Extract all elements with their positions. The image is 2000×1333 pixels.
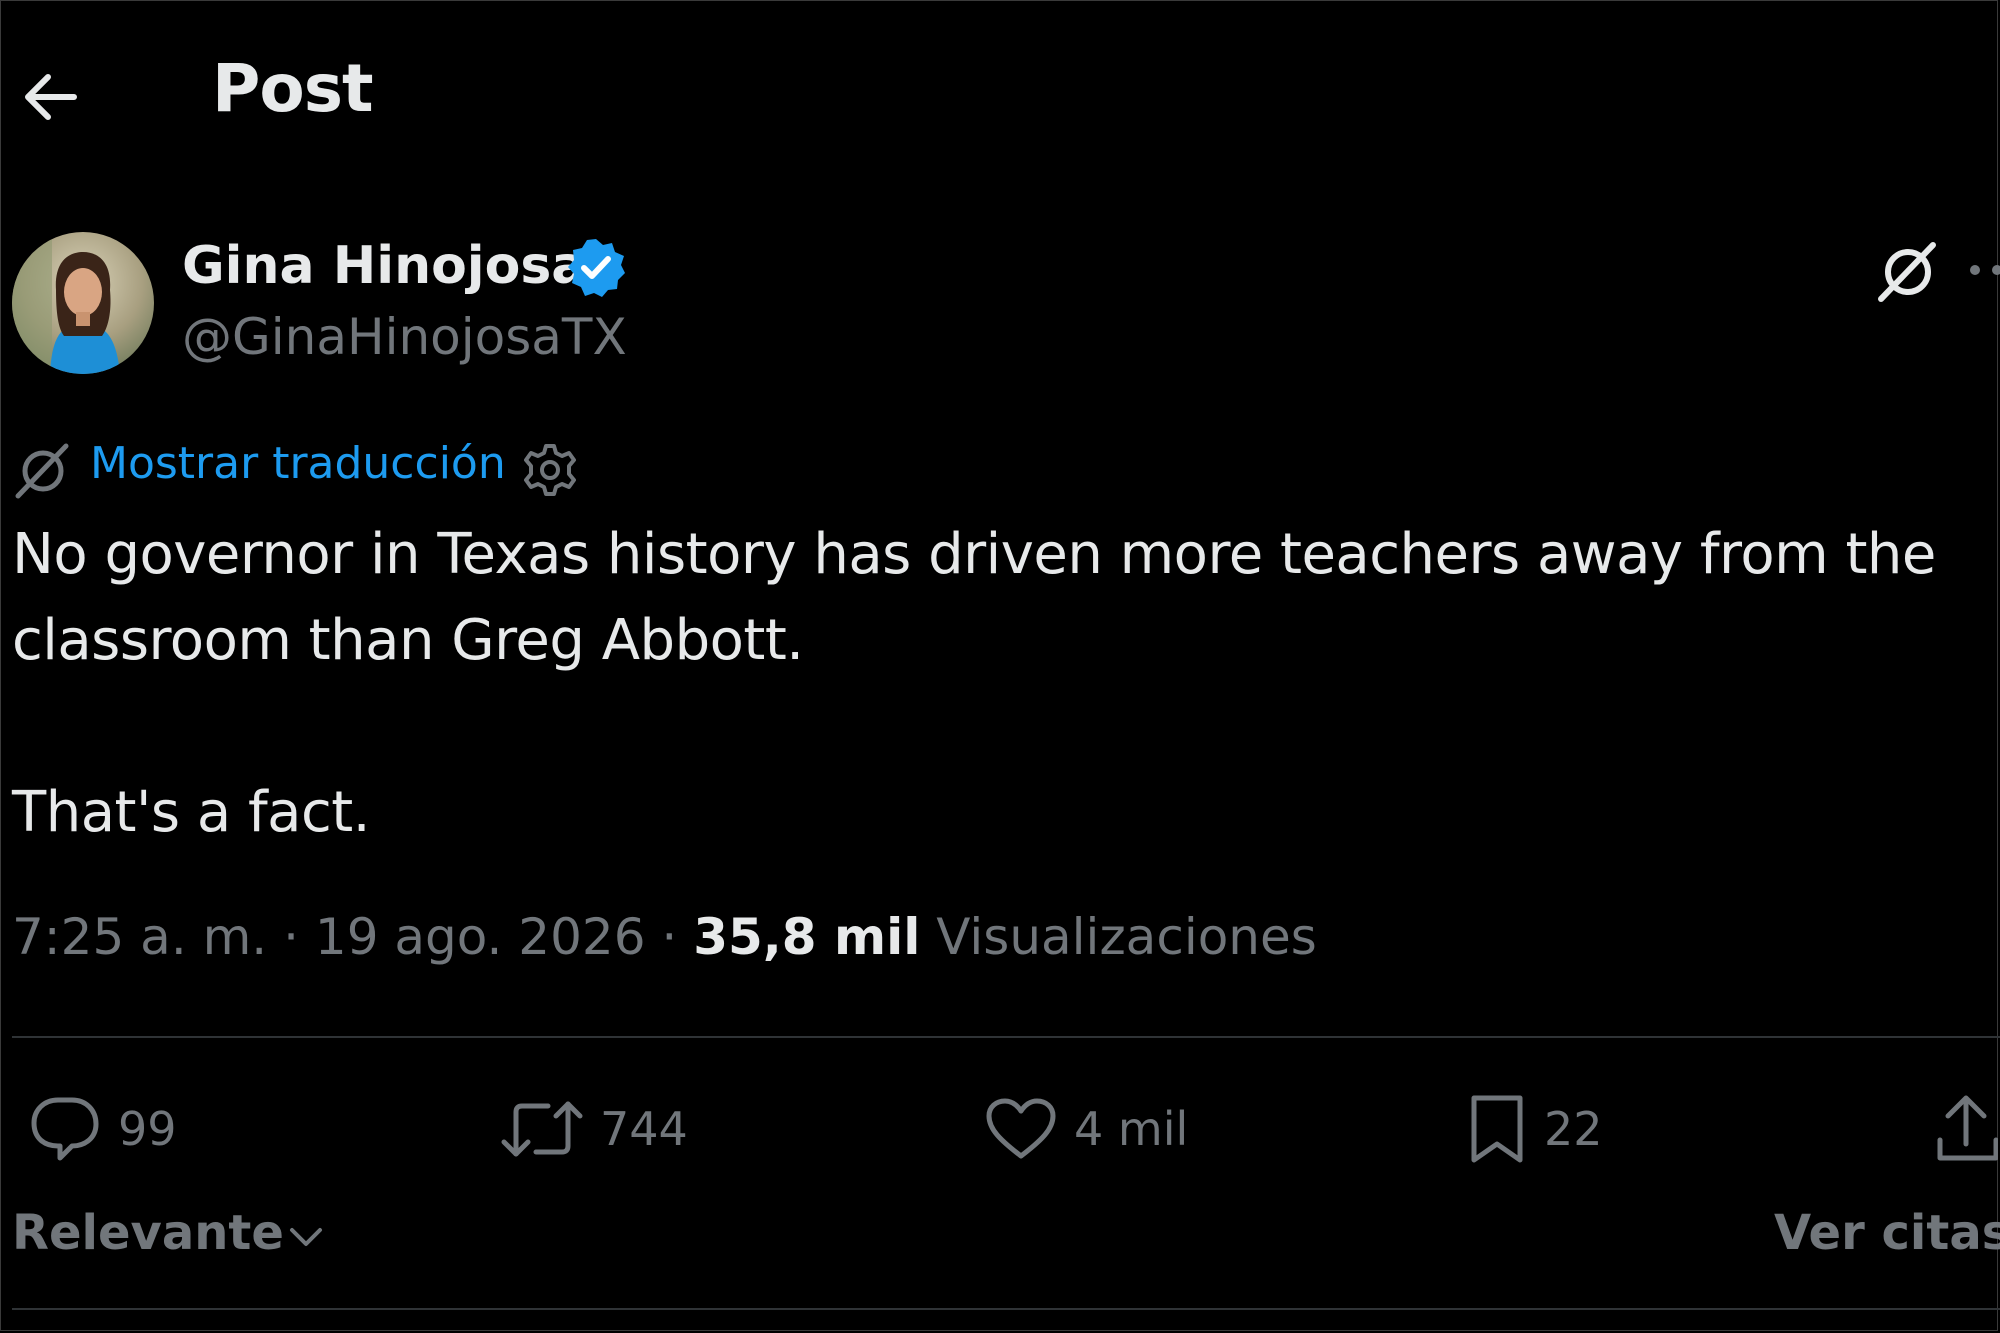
sort-label: Relevante: [12, 1205, 284, 1261]
author-handle[interactable]: @GinaHinojosaTX: [182, 308, 627, 366]
repost-icon: [501, 1101, 583, 1157]
avatar-image: [12, 232, 154, 374]
avatar[interactable]: [12, 232, 154, 374]
repost-button[interactable]: 744: [500, 1094, 688, 1164]
gear-icon[interactable]: [522, 442, 578, 498]
heart-icon: [986, 1098, 1056, 1159]
view-quotes-link[interactable]: Ver citas: [1774, 1205, 2000, 1261]
share-button[interactable]: [1934, 1094, 1998, 1164]
post-author: Gina Hinojosa @GinaHinojosaTX: [12, 232, 2000, 376]
arrow-left-icon: [25, 74, 77, 120]
page-title: Post: [212, 50, 374, 127]
post-time[interactable]: 7:25 a. m.: [12, 908, 267, 966]
like-button[interactable]: 4 mil: [984, 1094, 1188, 1164]
views-count: 35,8 mil: [693, 908, 921, 966]
meta-separator: ·: [645, 908, 694, 966]
bookmark-icon: [1471, 1095, 1523, 1163]
post-meta: 7:25 a. m. · 19 ago. 2026 · 35,8 mil Vis…: [12, 908, 1317, 966]
bookmark-count: 22: [1544, 1102, 1603, 1156]
chevron-down-icon: [289, 1228, 322, 1246]
more-options-icon[interactable]: [1967, 258, 2000, 282]
post-date[interactable]: 19 ago. 2026: [315, 908, 646, 966]
grok-button[interactable]: [1868, 232, 1948, 312]
back-button[interactable]: [14, 62, 84, 132]
divider: [12, 1308, 2000, 1310]
post-actions-bar: 99 744 4 mil 22: [0, 1070, 2000, 1180]
replies-toolbar: Relevante Ver citas: [12, 1205, 2000, 1275]
post-text: No governor in Texas history has driven …: [12, 522, 1936, 845]
divider: [12, 1036, 2000, 1038]
repost-count: 744: [600, 1102, 688, 1156]
reply-icon: [31, 1097, 99, 1161]
grok-icon: [1878, 242, 1936, 302]
bookmark-button[interactable]: 22: [1466, 1094, 1603, 1164]
views-label: Visualizaciones: [936, 908, 1317, 966]
reply-count: 99: [118, 1102, 177, 1156]
sort-replies-dropdown[interactable]: Relevante: [12, 1205, 324, 1261]
share-icon: [1937, 1095, 1998, 1161]
meta-separator: ·: [267, 908, 315, 966]
verified-badge-icon: [568, 239, 625, 297]
page-header: Post: [0, 40, 2000, 150]
reply-button[interactable]: 99: [28, 1094, 177, 1164]
grok-translate-icon: [15, 443, 69, 499]
show-translation-link[interactable]: Mostrar traducción: [90, 438, 506, 489]
translate-row: Mostrar traducción: [12, 438, 712, 502]
author-display-name[interactable]: Gina Hinojosa: [182, 236, 586, 296]
like-count: 4 mil: [1074, 1102, 1189, 1156]
